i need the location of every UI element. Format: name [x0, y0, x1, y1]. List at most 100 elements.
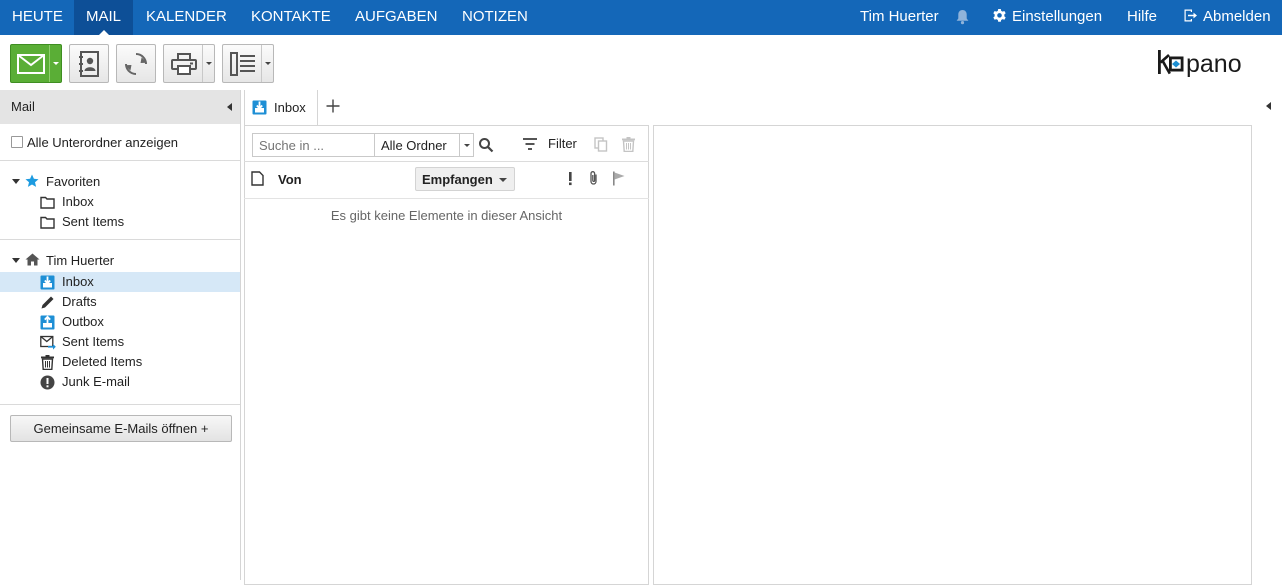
kopano-logo: pano — [1156, 47, 1270, 78]
bell-icon[interactable] — [955, 9, 975, 25]
nav-tab-aufgaben[interactable]: AUFGABEN — [343, 0, 450, 35]
folder-sent-items[interactable]: Sent Items — [40, 332, 240, 352]
collapse-panel-icon[interactable] — [227, 103, 232, 111]
search-icon[interactable] — [478, 137, 494, 153]
expand-favorites-icon[interactable] — [12, 179, 20, 184]
folder-icon — [40, 195, 55, 209]
view-layout-button[interactable] — [222, 44, 274, 83]
address-book-icon — [70, 45, 108, 82]
reading-pane — [653, 125, 1252, 585]
folder-label: Junk E-mail — [62, 374, 130, 389]
filter-icon[interactable] — [522, 137, 538, 154]
drafts-icon — [40, 295, 54, 309]
favorites-item-label: Inbox — [62, 194, 94, 209]
favorites-item-sent-items[interactable]: Sent Items — [40, 212, 240, 232]
folder-icon — [40, 215, 55, 229]
chevron-down-icon — [53, 62, 59, 65]
navigation-panel: Mail Alle Unterordner anzeigen Favoriten… — [0, 90, 241, 580]
copy-icon[interactable] — [594, 137, 608, 155]
tab-inbox[interactable]: Inbox — [244, 90, 318, 126]
inbox-icon — [252, 100, 267, 118]
panel-header: Mail — [0, 90, 240, 124]
envelope-icon — [11, 45, 50, 82]
show-subfolders-checkbox[interactable] — [11, 136, 23, 148]
svg-text:pano: pano — [1186, 50, 1242, 77]
outbox-icon — [40, 315, 55, 330]
print-dropdown[interactable] — [202, 45, 214, 82]
folder-label: Outbox — [62, 314, 104, 329]
nav-tab-notizen[interactable]: NOTIZEN — [450, 0, 540, 35]
nav-tab-heute[interactable]: HEUTE — [0, 0, 75, 35]
delete-icon[interactable] — [621, 137, 636, 155]
add-tab-icon[interactable] — [325, 98, 341, 114]
empty-list-message: Es gibt keine Elemente in dieser Ansicht — [330, 208, 563, 223]
inbox-icon — [40, 275, 55, 290]
select-divider — [459, 134, 460, 156]
home-icon — [25, 253, 40, 269]
divider — [244, 198, 649, 199]
logout-icon — [1183, 8, 1203, 25]
star-icon — [25, 174, 39, 191]
nav-tab-kontakte[interactable]: KONTAKTE — [239, 0, 343, 35]
reading-pane-icon — [223, 45, 262, 82]
nav-tab-mail[interactable]: MAIL — [74, 0, 134, 35]
folder-deleted-items[interactable]: Deleted Items — [40, 352, 240, 372]
message-list-panel — [244, 125, 649, 585]
folder-scope-value: Alle Ordner — [381, 138, 447, 153]
folder-label: Sent Items — [62, 334, 125, 349]
collapse-right-panel-icon[interactable] — [1266, 102, 1271, 110]
new-mail-button[interactable] — [10, 44, 62, 83]
settings-label: Einstellungen — [1012, 8, 1103, 25]
panel-title: Mail — [11, 99, 35, 114]
importance-icon[interactable] — [568, 171, 573, 189]
chevron-down-icon — [206, 62, 212, 65]
flag-icon[interactable] — [612, 171, 625, 189]
help-link[interactable]: Hilfe — [1127, 0, 1157, 35]
folder-label: Inbox — [62, 274, 94, 289]
folder-inbox[interactable]: Inbox — [40, 272, 240, 292]
store-label[interactable]: Tim Huerter — [46, 251, 114, 271]
sort-desc-icon — [499, 178, 507, 182]
attachment-icon[interactable] — [588, 170, 599, 189]
tab-label: Inbox — [274, 100, 306, 115]
folder-junk-email[interactable]: Junk E-mail — [40, 372, 240, 392]
folder-drafts[interactable]: Drafts — [40, 292, 240, 312]
refresh-icon — [117, 45, 155, 82]
nav-tab-kalender[interactable]: KALENDER — [134, 0, 239, 35]
folder-label: Drafts — [62, 294, 97, 309]
folder-label: Deleted Items — [62, 354, 143, 369]
favorites-label[interactable]: Favoriten — [46, 172, 100, 192]
column-received-label: Empfangen — [422, 172, 493, 187]
chevron-down-icon — [464, 144, 470, 147]
chevron-down-icon — [265, 62, 271, 65]
favorites-item-inbox[interactable]: Inbox — [40, 192, 240, 212]
printer-icon — [164, 45, 203, 82]
divider — [0, 160, 240, 161]
show-subfolders-label[interactable]: Alle Unterordner anzeigen — [27, 135, 178, 150]
folder-scope-select[interactable]: Alle Ordner — [374, 133, 474, 157]
open-shared-mails-button[interactable]: Gemeinsame E-Mails öffnen + — [10, 415, 232, 442]
divider — [244, 161, 649, 162]
favorites-item-label: Sent Items — [62, 214, 125, 229]
trash-icon — [40, 355, 54, 371]
address-book-button[interactable] — [69, 44, 109, 83]
top-navigation-bar: HEUTE MAIL KALENDER KONTAKTE AUFGABEN NO… — [0, 0, 1282, 35]
column-received[interactable]: Empfangen — [415, 167, 515, 191]
new-mail-dropdown[interactable] — [49, 45, 61, 82]
folder-outbox[interactable]: Outbox — [40, 312, 240, 332]
junk-icon — [40, 375, 55, 390]
settings-link[interactable]: Einstellungen — [992, 0, 1102, 35]
logout-link[interactable]: Abmelden — [1183, 0, 1271, 35]
view-layout-dropdown[interactable] — [261, 45, 273, 82]
sent-items-icon — [40, 335, 56, 350]
refresh-button[interactable] — [116, 44, 156, 83]
column-from[interactable]: Von — [278, 172, 302, 187]
search-input[interactable] — [252, 133, 375, 157]
document-icon[interactable] — [251, 171, 264, 189]
divider — [0, 404, 240, 405]
expand-store-icon[interactable] — [12, 258, 20, 263]
filter-button[interactable]: Filter — [548, 136, 577, 151]
print-button[interactable] — [163, 44, 215, 83]
logout-label: Abmelden — [1203, 8, 1271, 25]
current-user-name[interactable]: Tim Huerter — [860, 0, 939, 35]
